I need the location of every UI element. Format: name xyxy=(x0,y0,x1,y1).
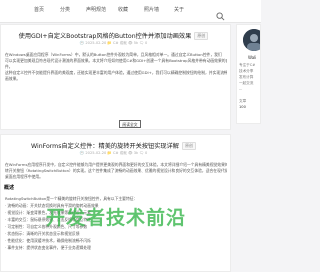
post-title[interactable]: 使用GDI+自定义Bootstrap风格的Button控件并添加动画效果 原创 xyxy=(1,31,226,40)
post-meta: 🕒 2025-02-20 📁 C# 成就 👁 5k 🗨 0 xyxy=(79,41,148,45)
author-bio-line: 发布计算 xyxy=(239,75,254,79)
top-navbar: 首页 分类 声明规范 收藏 照片墙 关于 xyxy=(0,0,261,23)
author-bio-line: ... xyxy=(239,87,243,91)
post-badge: 原创 xyxy=(182,142,196,150)
author-bio-line: 一起交流 xyxy=(239,81,254,85)
stats-value: 100 xyxy=(239,105,246,109)
read-more-button[interactable]: 阅读全文 xyxy=(119,120,141,128)
nav-item-favorites[interactable]: 收藏 xyxy=(118,6,128,13)
nav-item-home[interactable]: 首页 xyxy=(34,6,44,13)
post-badge: 原创 xyxy=(194,32,209,40)
post-excerpt: 在WinForms应用程序开发中，自定义控件能够为用户提供更美观的界面和更好的交… xyxy=(5,162,227,179)
post-excerpt: 在Windows桌面应用程序（WinForms）中，默认的Button控件外观较… xyxy=(5,52,227,81)
search-icon[interactable] xyxy=(216,6,225,21)
post-meta: 🕒 2025-02-20 📁 C# 成就 👁 3k 🗨 0 xyxy=(79,151,148,155)
author-bio-line: 专注于C# xyxy=(239,63,256,67)
nav-item-statement[interactable]: 声明规范 xyxy=(86,6,106,13)
watermark-text: 开发者技术前沿 xyxy=(46,207,187,229)
nav-item-category[interactable]: 分类 xyxy=(60,6,70,13)
author-bio-line: 技术分享 xyxy=(239,69,254,73)
post-card: 使用GDI+自定义Bootstrap风格的Button控件并添加动画效果 原创 🕒… xyxy=(0,24,231,130)
stats-label: 文章 xyxy=(239,99,247,103)
post-list: 使用GDI+自定义Bootstrap风格的Button控件并添加动画效果 原创 🕒… xyxy=(0,24,231,272)
scrollbar[interactable] xyxy=(255,24,261,272)
nav-item-about[interactable]: 关于 xyxy=(174,6,184,13)
section-heading: 概述 xyxy=(4,185,15,191)
nav-item-photos[interactable]: 照片墙 xyxy=(144,6,159,13)
post-title[interactable]: WinForms自定义控件：精美的旋转开关按钮实现详解 原创 xyxy=(1,141,226,150)
